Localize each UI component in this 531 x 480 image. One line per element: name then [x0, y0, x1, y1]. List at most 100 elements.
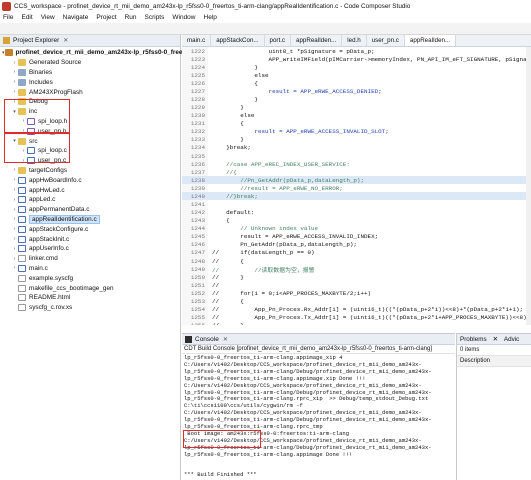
console-line: C:/Users/v1402/Desktop/CCS_workspace/pro… [184, 410, 422, 417]
tree-item[interactable]: › AM243XProgFlash [0, 87, 180, 97]
code-text: //result = APP_eRWE_NO_ERROR; [212, 184, 343, 192]
tree-item[interactable]: › appUserInfo.c [0, 244, 180, 254]
problems-view: Problems ✕ Advic 0 items Description [456, 333, 531, 480]
expand-arrow-icon[interactable]: › [11, 236, 18, 242]
project-icon [4, 49, 13, 57]
editor-scrollbar[interactable] [526, 47, 531, 325]
tree-item[interactable]: › linker.cmd [0, 254, 180, 264]
editor-tab[interactable]: port.c [265, 35, 292, 46]
expand-arrow-icon[interactable]: › [11, 177, 18, 183]
expand-arrow-icon[interactable]: › [11, 60, 18, 66]
console-header: CDT Build Console [profinet_device_rt_mi… [182, 345, 455, 354]
problems-column-description[interactable]: Description [457, 356, 531, 367]
editor-tab[interactable]: user_pn.c [367, 35, 405, 46]
expand-arrow-icon[interactable]: › [11, 246, 18, 252]
line-number: 1236 [190, 160, 205, 168]
tree-item[interactable]: › appStackInit.c [0, 234, 180, 244]
tree-item-label: Includes [29, 78, 53, 86]
expand-arrow-icon[interactable]: › [11, 216, 18, 222]
line-number: 1232 [190, 128, 205, 136]
code-text: { [212, 120, 244, 128]
tree-item[interactable]: example.syscfg [0, 273, 180, 283]
expand-arrow-icon[interactable]: › [11, 265, 18, 271]
code-line: 1254 // App_Pn_Proces.Rx_Addr[i] = (uint1… [182, 306, 531, 314]
expand-arrow-icon[interactable]: › [11, 207, 18, 213]
console-line: lp_r5fss0-0_freertos_ti-arm-clang/Debug/… [184, 417, 432, 424]
code-line: 1251 // [182, 281, 531, 289]
tree-item-label: syscfg_c.rov.xs [29, 304, 73, 312]
tab-problems[interactable]: Problems [457, 334, 490, 344]
code-text: //}break; [212, 192, 258, 200]
expand-arrow-icon[interactable]: › [11, 187, 18, 193]
line-number: 1223 [190, 55, 205, 63]
expand-arrow-icon[interactable]: › [11, 167, 18, 173]
expand-arrow-icon[interactable]: › [11, 197, 18, 203]
menu-project[interactable]: Project [92, 14, 120, 21]
file-icon [18, 304, 26, 312]
menu-edit[interactable]: Edit [17, 14, 36, 21]
expand-arrow-icon[interactable]: › [11, 79, 18, 85]
close-icon[interactable]: ✕ [223, 336, 228, 343]
menu-file[interactable]: File [0, 14, 17, 21]
close-icon[interactable]: ✕ [63, 37, 68, 44]
line-number: 1224 [190, 63, 205, 71]
code-line: 1232 result = APP_eRWE_ACCESS_INVALID_SL… [182, 128, 531, 136]
tree-item-label: makefile_ccs_bootimage_gen [29, 284, 114, 292]
window-titlebar: CCS_workspace - profinet_device_rt_mii_d… [0, 0, 531, 12]
tab-advice[interactable]: Advic [501, 334, 522, 344]
expand-arrow-icon[interactable]: › [11, 89, 18, 95]
code-text: // { [212, 297, 244, 305]
code-line: 1228 } [182, 95, 531, 103]
close-icon[interactable]: ✕ [490, 334, 501, 344]
code-line: 1226 { [182, 79, 531, 87]
file-icon [18, 255, 26, 263]
menu-scripts[interactable]: Scripts [141, 14, 169, 21]
menu-navigate[interactable]: Navigate [59, 14, 93, 21]
menu-window[interactable]: Window [168, 14, 199, 21]
tree-item[interactable]: syscfg_c.rov.xs [0, 303, 180, 313]
menu-view[interactable]: View [37, 14, 59, 21]
expand-arrow-icon[interactable]: › [11, 69, 18, 75]
code-area[interactable]: 1222 uint8_t *pSignature = pData_p; 1223 … [182, 47, 531, 325]
problems-item-count: 0 items [457, 345, 531, 356]
tree-item[interactable]: › appLed.c [0, 195, 180, 205]
tree-item[interactable]: › Includes [0, 77, 180, 87]
tree-item[interactable]: › main.c [0, 264, 180, 274]
editor-tab[interactable]: appRealIden... [404, 35, 457, 46]
editor-tab[interactable]: led.h [342, 35, 367, 46]
console-tab[interactable]: Console ✕ [182, 334, 455, 345]
expand-arrow-icon[interactable]: › [11, 226, 18, 232]
tree-item-label: appLed.c [29, 196, 56, 204]
tree-item[interactable]: › targetConfigs [0, 166, 180, 176]
tree-item[interactable]: makefile_ccs_bootimage_gen [0, 283, 180, 293]
console-output: lp_r5fss0-0_freertos_ti-arm-clang.appima… [182, 354, 455, 480]
lib-icon [18, 68, 26, 76]
tree-item[interactable]: › appHwLed.c [0, 185, 180, 195]
tree-item[interactable]: › appPermanentData.c [0, 205, 180, 215]
code-line: 1241 [182, 200, 531, 208]
editor-tab[interactable]: appRealIden... [291, 35, 343, 46]
tree-item[interactable]: README.html [0, 293, 180, 303]
tree-item[interactable]: › Binaries [0, 68, 180, 78]
menu-run[interactable]: Run [121, 14, 141, 21]
code-line: 1224 } [182, 63, 531, 71]
tree-item[interactable]: › appHwBoardInfo.c [0, 175, 180, 185]
console-line: lp_r5fss0-0_freertos_ti-arm-clang.appima… [184, 451, 353, 458]
line-number: 1228 [190, 96, 205, 103]
tree-item[interactable]: › Generated Source [0, 58, 180, 68]
console-line: C:/Users/v1402/Desktop/CCS_workspace/pro… [184, 361, 422, 368]
tree-item-label: example.syscfg [29, 274, 74, 282]
code-text: result = APP_eRWE_ACCESS_INVALID_SLOT; [212, 128, 389, 136]
code-text: result = APP_eRWE_ACCESS_INVALID_INDEX; [212, 233, 379, 241]
tree-item[interactable]: ▾ profinet_device_rt_mii_demo_am243x-lp_r… [0, 48, 187, 58]
project-explorer-icon [3, 37, 10, 44]
line-number: 1246 [190, 241, 205, 249]
project-explorer-tab[interactable]: Project Explorer ✕ [0, 35, 180, 47]
code-line: 1233 } [182, 136, 531, 144]
editor-tab[interactable]: main.c [182, 35, 212, 46]
editor-tab[interactable]: appStackCon... [211, 35, 265, 46]
expand-arrow-icon[interactable]: › [11, 256, 18, 262]
tree-item[interactable]: › appStackConfigure.c [0, 224, 180, 234]
menu-help[interactable]: Help [200, 14, 221, 21]
tree-item[interactable]: › appRealIdentification.c [0, 214, 180, 225]
